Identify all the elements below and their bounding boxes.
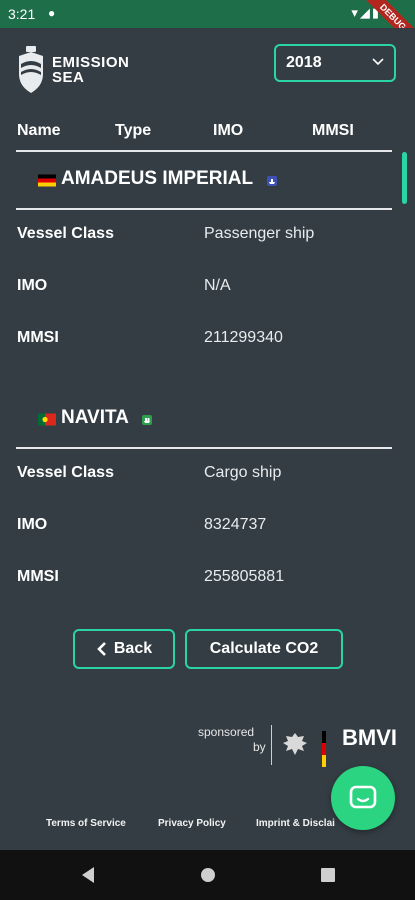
detail-label: MMSI bbox=[17, 329, 59, 346]
ship-name: AMADEUS IMPERIAL bbox=[61, 168, 254, 189]
detail-row-vessel-class: Vessel Class Passenger ship bbox=[0, 225, 415, 277]
cargo-ship-icon bbox=[142, 415, 152, 425]
chevron-down-icon bbox=[372, 58, 384, 66]
ship-name: NAVITA bbox=[61, 407, 129, 428]
german-colors-bar bbox=[322, 731, 326, 767]
nav-home-icon[interactable] bbox=[199, 866, 217, 884]
back-button-label: Back bbox=[113, 640, 153, 657]
detail-row-vessel-class: Vessel Class Cargo ship bbox=[0, 464, 415, 516]
year-value: 2018 bbox=[286, 54, 322, 71]
bmvi-logo-text: BMVI bbox=[342, 725, 397, 750]
detail-label: Vessel Class bbox=[17, 225, 114, 242]
detail-value: 211299340 bbox=[204, 329, 283, 346]
detail-value: 8324737 bbox=[204, 516, 267, 533]
sponsor-separator bbox=[271, 725, 272, 765]
ship-list: AMADEUS IMPERIAL Vessel Class Passenger … bbox=[0, 150, 415, 620]
sponsor-text: sponsored by bbox=[198, 725, 266, 755]
imprint-link[interactable]: Imprint & Disclai bbox=[256, 818, 335, 829]
detail-row-imo: IMO N/A bbox=[0, 277, 415, 329]
brand-line-2: SEA bbox=[52, 69, 85, 86]
detail-value: Passenger ship bbox=[204, 225, 315, 242]
detail-value: N/A bbox=[204, 277, 231, 294]
nav-back-icon[interactable] bbox=[80, 866, 96, 884]
chat-icon bbox=[349, 785, 377, 809]
passenger-ship-icon bbox=[267, 176, 277, 186]
shield-logo-icon bbox=[19, 46, 43, 93]
column-header-name[interactable]: Name bbox=[17, 122, 61, 140]
sponsor-line-2: by bbox=[253, 740, 266, 754]
calculate-co2-button[interactable]: Calculate CO2 bbox=[185, 629, 343, 669]
sponsor-line-1: sponsored bbox=[198, 725, 255, 739]
sponsor-block: sponsored by BMVI bbox=[198, 721, 403, 771]
detail-row-mmsi: MMSI 255805881 bbox=[0, 568, 415, 620]
detail-value: 255805881 bbox=[204, 568, 285, 585]
detail-label: IMO bbox=[17, 277, 48, 294]
status-bar: 3:21 ● ▾◢▮ DEBUG bbox=[0, 0, 415, 55]
federal-eagle-icon bbox=[283, 733, 307, 755]
column-header-mmsi[interactable]: MMSI bbox=[312, 122, 354, 140]
ship-header-navita[interactable]: NAVITA bbox=[0, 391, 415, 447]
ship-header-amadeus-imperial[interactable]: AMADEUS IMPERIAL bbox=[0, 152, 415, 208]
column-header-type[interactable]: Type bbox=[115, 122, 151, 140]
calculate-co2-label: Calculate CO2 bbox=[209, 640, 319, 657]
brand-line-1: EMISSION bbox=[52, 54, 130, 71]
app-screen: EMISSION SEA 2018 Name Type IMO MMSI AMA… bbox=[0, 28, 415, 850]
detail-row-imo: IMO 8324737 bbox=[0, 516, 415, 568]
status-time: 3:21 bbox=[8, 6, 36, 22]
detail-value: Cargo ship bbox=[204, 464, 282, 481]
app-logo: EMISSION SEA bbox=[16, 46, 129, 94]
notification-icon: ● bbox=[48, 6, 56, 20]
chevron-left-icon bbox=[97, 642, 106, 656]
system-nav-bar bbox=[0, 850, 415, 900]
chat-button[interactable] bbox=[331, 766, 395, 830]
detail-label: Vessel Class bbox=[17, 464, 114, 481]
privacy-policy-link[interactable]: Privacy Policy bbox=[158, 818, 226, 829]
column-header-imo[interactable]: IMO bbox=[213, 122, 243, 140]
detail-label: IMO bbox=[17, 516, 48, 533]
detail-row-mmsi: MMSI 211299340 bbox=[0, 329, 415, 381]
nav-recents-icon[interactable] bbox=[320, 866, 336, 884]
back-button[interactable]: Back bbox=[73, 629, 175, 669]
column-headers: Name Type IMO MMSI bbox=[17, 122, 397, 144]
detail-label: MMSI bbox=[17, 568, 59, 585]
year-dropdown[interactable]: 2018 bbox=[274, 44, 396, 82]
brand-name: EMISSION SEA bbox=[52, 55, 129, 85]
germany-flag-icon bbox=[38, 174, 56, 187]
portugal-flag-icon bbox=[38, 413, 56, 426]
terms-of-service-link[interactable]: Terms of Service bbox=[46, 818, 126, 829]
